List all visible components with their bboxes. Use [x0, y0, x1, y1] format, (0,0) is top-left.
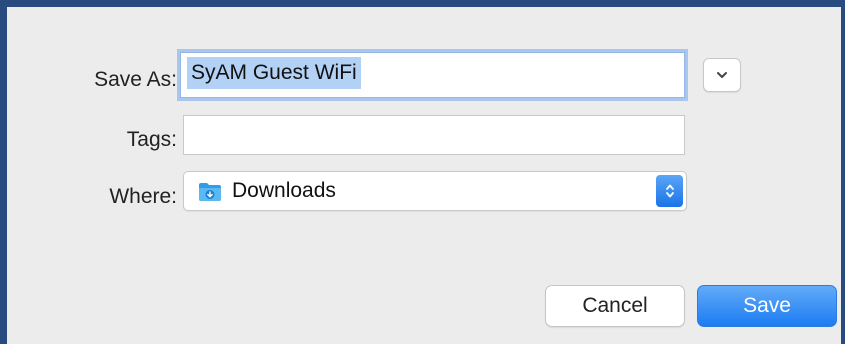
cancel-button[interactable]: Cancel — [545, 285, 685, 327]
window-left-border — [0, 7, 7, 344]
where-value: Downloads — [232, 179, 336, 202]
where-popup[interactable]: Downloads — [183, 171, 687, 211]
where-stepper[interactable] — [656, 175, 683, 207]
window-right-border — [841, 7, 845, 344]
downloads-folder-icon — [199, 183, 221, 201]
save-button[interactable]: Save — [697, 285, 837, 327]
tags-field[interactable] — [183, 115, 685, 155]
tags-input[interactable] — [184, 116, 684, 154]
save-as-selected-text[interactable]: SyAM Guest WiFi — [187, 57, 361, 89]
save-dialog: Save As: SyAM Guest WiFi Tags: Where: Do… — [7, 7, 841, 344]
expand-dialog-button[interactable] — [703, 58, 741, 92]
chevron-down-icon — [717, 72, 727, 78]
save-as-label: Save As: — [94, 68, 177, 91]
save-as-field[interactable]: SyAM Guest WiFi — [180, 52, 685, 98]
window-top-border — [0, 0, 845, 7]
up-down-arrows-icon — [665, 184, 674, 198]
where-label: Where: — [109, 185, 177, 208]
tags-label: Tags: — [126, 128, 177, 151]
